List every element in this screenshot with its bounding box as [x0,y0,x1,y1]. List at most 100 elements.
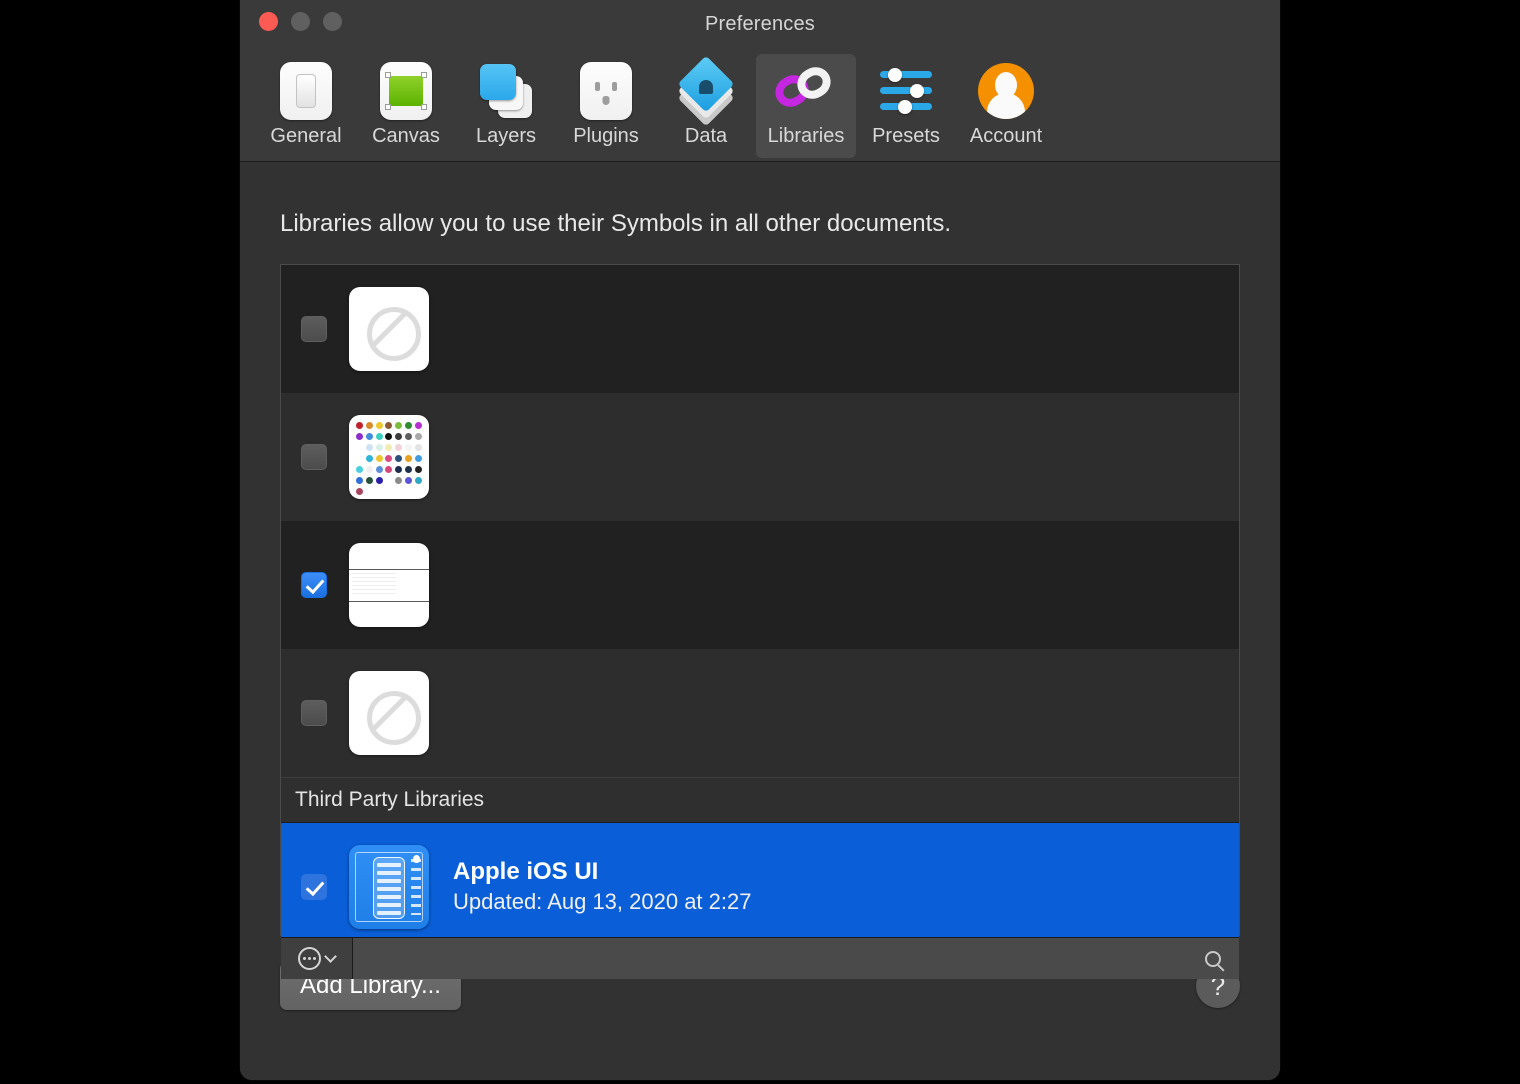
intro-text: Libraries allow you to use their Symbols… [280,162,1240,264]
palette-dot [366,477,373,484]
row-checkbox[interactable] [301,316,327,342]
libraries-pane: Libraries allow you to use their Symbols… [240,162,1280,1080]
ios-blueprint-icon [349,845,429,929]
person-avatar-icon [956,58,1056,124]
stacked-diamonds-icon [656,58,756,124]
palette-dot [395,444,402,451]
palette-dot [376,433,383,440]
group-header-label: Third Party Libraries [295,788,484,812]
palette-dot [366,455,373,462]
libraries-rows: Third Party Libraries Apple iO [281,265,1239,937]
row-name: Apple iOS UI [453,857,751,887]
tab-general[interactable]: General [256,54,356,148]
preferences-toolbar: General Canvas Layers Plugins Data [240,52,1280,162]
palette-dot [385,433,392,440]
palette-dot [395,466,402,473]
tab-plugins[interactable]: Plugins [556,54,656,148]
prohibited-icon [349,287,429,371]
tab-account-label: Account [956,125,1056,148]
palette-dot [415,422,422,429]
ellipsis-circle-icon [298,947,321,970]
palette-dot [385,477,392,484]
tab-general-label: General [256,125,356,148]
palette-dot [356,422,363,429]
palette-dot [376,455,383,462]
search-input[interactable] [353,938,1239,979]
palette-dot [405,422,412,429]
palette-dot [356,477,363,484]
palette-dot [385,455,392,462]
palette-dot [385,466,392,473]
tab-plugins-label: Plugins [556,125,656,148]
palette-dot [395,455,402,462]
search-icon [1205,951,1221,967]
tab-presets[interactable]: Presets [856,54,956,148]
color-dots-icon [349,415,429,499]
group-header-third-party: Third Party Libraries [281,777,1239,823]
palette-dot [376,477,383,484]
table-row[interactable] [281,265,1239,393]
tab-canvas-label: Canvas [356,125,456,148]
palette-dot [366,422,373,429]
palette-dot [366,433,373,440]
table-row[interactable] [281,521,1239,649]
palette-dot [395,433,402,440]
palette-dot [356,455,363,462]
green-rectangle-icon [356,58,456,124]
palette-dot [405,455,412,462]
palette-dot [356,466,363,473]
table-row[interactable] [281,393,1239,521]
palette-dot [415,433,422,440]
row-text: Apple iOS UI Updated: Aug 13, 2020 at 2:… [453,857,751,918]
palette-dot [356,488,363,495]
tab-account[interactable]: Account [956,54,1056,148]
lined-document-icon [349,543,429,627]
palette-dot [366,444,373,451]
sliders-icon [856,58,956,124]
palette-dot [376,444,383,451]
preferences-window: Preferences General Canvas Layers P [240,0,1280,1080]
toggle-switch-icon [256,58,356,124]
tab-data[interactable]: Data [656,54,756,148]
row-checkbox[interactable] [301,444,327,470]
tab-canvas[interactable]: Canvas [356,54,456,148]
palette-dot [366,466,373,473]
table-row[interactable]: Apple iOS UI Updated: Aug 13, 2020 at 2:… [281,823,1239,937]
titlebar: Preferences [240,0,1280,52]
palette-dot [376,466,383,473]
palette-dot [415,466,422,473]
palette-dot [405,433,412,440]
tab-presets-label: Presets [856,125,956,148]
palette-dot [385,444,392,451]
row-checkbox[interactable] [301,874,327,900]
window-title: Preferences [240,13,1280,36]
tab-layers[interactable]: Layers [456,54,556,148]
power-outlet-icon [556,58,656,124]
palette-dot [356,433,363,440]
action-menu-button[interactable] [281,938,353,979]
palette-dot [415,455,422,462]
palette-dot [405,444,412,451]
row-subtitle: Updated: Aug 13, 2020 at 2:27 [453,887,751,918]
palette-dot [415,477,422,484]
palette-dot [405,466,412,473]
tab-libraries-label: Libraries [756,125,856,148]
palette-dot [415,444,422,451]
stacked-cards-icon [456,58,556,124]
palette-dot [405,477,412,484]
palette-dot [376,422,383,429]
list-bottom-bar [281,937,1239,979]
palette-dot [395,422,402,429]
palette-dot [356,444,363,451]
tab-libraries[interactable]: Libraries [756,54,856,158]
chain-links-icon [756,58,856,124]
prohibited-icon [349,671,429,755]
libraries-list: Third Party Libraries Apple iO [280,264,1240,936]
tab-layers-label: Layers [456,125,556,148]
row-checkbox[interactable] [301,700,327,726]
row-checkbox[interactable] [301,572,327,598]
palette-dot [395,477,402,484]
tab-data-label: Data [656,125,756,148]
palette-dot [385,422,392,429]
table-row[interactable] [281,649,1239,777]
